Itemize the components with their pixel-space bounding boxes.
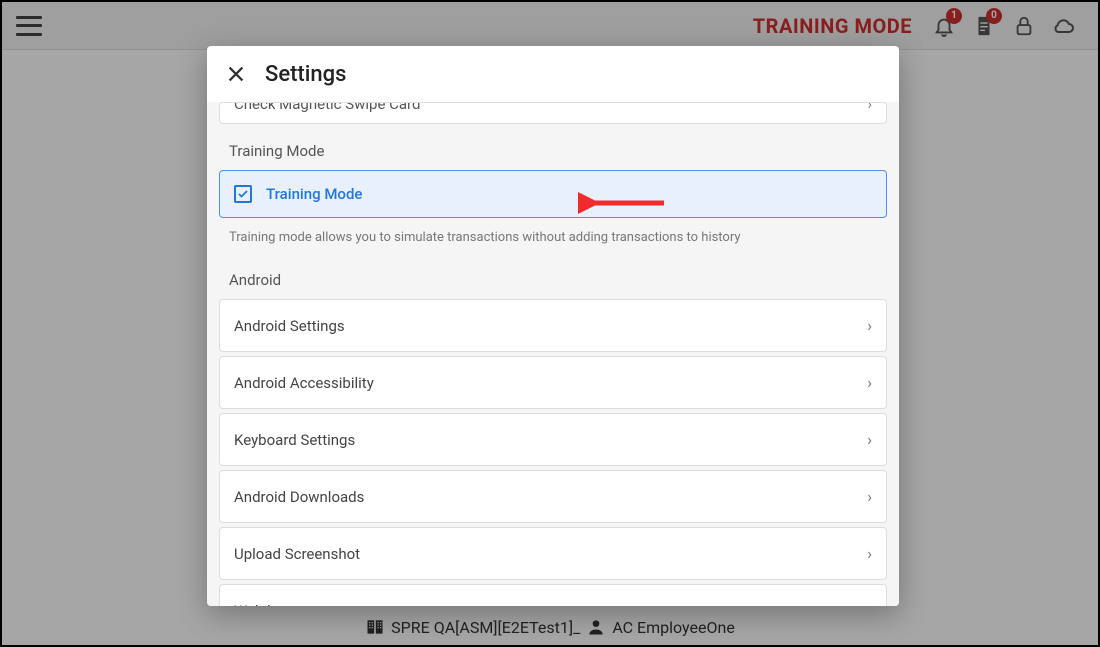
list-item-label: Keyboard Settings — [234, 431, 355, 449]
list-item-label: Android Settings — [234, 317, 345, 335]
close-icon[interactable] — [225, 63, 247, 85]
chevron-right-icon: › — [867, 601, 872, 606]
chevron-right-icon: › — [867, 373, 872, 392]
checkbox-checked-icon — [234, 185, 252, 203]
list-item-label: Upload Screenshot — [234, 545, 360, 563]
training-mode-checkbox-row[interactable]: Training Mode — [219, 170, 887, 218]
list-item-label: Android Downloads — [234, 488, 364, 506]
settings-modal: Settings Check Magnetic Swipe Card › Tra… — [207, 46, 899, 606]
section-training-label: Training Mode — [215, 124, 891, 170]
training-mode-label: Training Mode — [266, 185, 362, 203]
android-accessibility-row[interactable]: Android Accessibility › — [219, 356, 887, 409]
clipped-row-label: Check Magnetic Swipe Card — [234, 102, 420, 113]
android-settings-row[interactable]: Android Settings › — [219, 299, 887, 352]
chevron-right-icon: › — [867, 544, 872, 563]
section-android-label: Android — [215, 263, 891, 299]
list-item-label: Web browser — [234, 602, 321, 607]
android-downloads-row[interactable]: Android Downloads › — [219, 470, 887, 523]
chevron-right-icon: › — [867, 430, 872, 449]
upload-screenshot-row[interactable]: Upload Screenshot › — [219, 527, 887, 580]
modal-body: Check Magnetic Swipe Card › Training Mod… — [207, 102, 899, 606]
keyboard-settings-row[interactable]: Keyboard Settings › — [219, 413, 887, 466]
modal-title: Settings — [265, 62, 346, 87]
chevron-right-icon: › — [867, 102, 872, 113]
training-mode-help-text: Training mode allows you to simulate tra… — [215, 218, 891, 263]
web-browser-row[interactable]: Web browser › — [219, 584, 887, 606]
list-item-label: Android Accessibility — [234, 374, 374, 392]
chevron-right-icon: › — [867, 487, 872, 506]
chevron-right-icon: › — [867, 316, 872, 335]
settings-row-clipped[interactable]: Check Magnetic Swipe Card › — [219, 102, 887, 124]
modal-header: Settings — [207, 46, 899, 102]
